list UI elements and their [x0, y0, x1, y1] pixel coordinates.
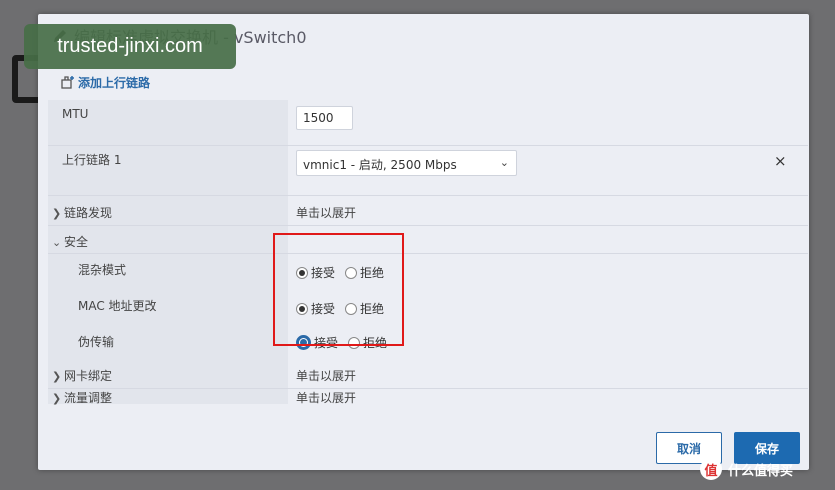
chevron-down-icon: ⌄	[499, 156, 509, 169]
security-label: ⌄ 安全	[52, 235, 89, 249]
uplink1-select[interactable]: vmnic1 - 启动, 2500 Mbps ⌄	[296, 150, 517, 176]
red-highlight-annotation	[273, 233, 404, 346]
security-row[interactable]: ⌄ 安全	[48, 226, 808, 254]
chevron-down-icon: ⌄	[52, 236, 62, 249]
mtu-row: MTU 1500	[48, 100, 808, 146]
forged-transmits-label: 伪传输	[78, 335, 115, 349]
promiscuous-label: 混杂模式	[78, 263, 127, 277]
traffic-shaping-value: 单击以展开	[296, 391, 357, 405]
promiscuous-row: 混杂模式 接受 拒绝	[48, 254, 808, 290]
mtu-label: MTU	[62, 107, 89, 121]
mac-change-row: MAC 地址更改 接受 拒绝	[48, 290, 808, 326]
watermark-overlay: trusted-jinxi.com	[24, 24, 236, 69]
mac-change-label: MAC 地址更改	[78, 299, 157, 313]
chevron-right-icon: ❯	[52, 392, 62, 405]
uplink1-selected-value: vmnic1 - 启动, 2500 Mbps	[303, 158, 457, 172]
nic-teaming-label: ❯ 网卡绑定	[52, 369, 113, 383]
link-discovery-value: 单击以展开	[296, 206, 357, 220]
nic-teaming-value: 单击以展开	[296, 369, 357, 383]
add-uplink-button[interactable]: 添加上行链路	[60, 72, 150, 92]
brand-watermark: 值 什么值得买	[700, 456, 793, 482]
brand-logo-icon: 值	[700, 458, 722, 480]
vswitch-settings-form: MTU 1500 上行链路 1 vmnic1 - 启动, 2500 Mbps ⌄…	[48, 100, 808, 405]
link-discovery-label: ❯ 链路发现	[52, 206, 113, 220]
traffic-shaping-label: ❯ 流量调整	[52, 391, 113, 405]
uplink1-row: 上行链路 1 vmnic1 - 启动, 2500 Mbps ⌄ ×	[48, 146, 808, 196]
add-uplink-label: 添加上行链路	[78, 75, 151, 90]
add-uplink-icon	[61, 75, 74, 89]
uplink1-label: 上行链路 1	[62, 153, 122, 167]
brand-text: 什么值得买	[728, 463, 794, 479]
nic-teaming-row[interactable]: ❯ 网卡绑定 单击以展开	[48, 362, 808, 389]
chevron-right-icon: ❯	[52, 370, 62, 383]
traffic-shaping-row[interactable]: ❯ 流量调整 单击以展开	[48, 389, 808, 405]
chevron-right-icon: ❯	[52, 207, 62, 220]
remove-uplink-button[interactable]: ×	[774, 152, 787, 170]
forged-transmits-row: 伪传输 接受 拒绝	[48, 326, 808, 362]
link-discovery-row[interactable]: ❯ 链路发现 单击以展开	[48, 196, 808, 226]
edit-vswitch-dialog: 编辑标准虚拟交换机 - vSwitch0 添加上行链路 MTU 1500 上行链…	[38, 14, 809, 470]
mtu-input[interactable]: 1500	[296, 106, 353, 130]
